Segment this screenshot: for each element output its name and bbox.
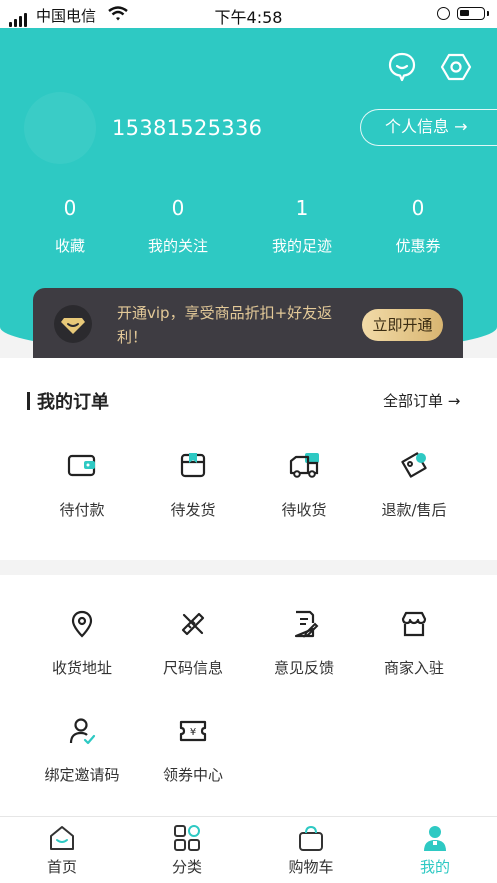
refund-icon[interactable] [398,449,430,481]
coupon-icon[interactable]: ¥ [178,716,208,746]
order-pending-shipment[interactable]: 待发货 [138,499,248,520]
tab-cart[interactable]: 购物车 [271,856,351,877]
service-size-info[interactable]: 尺码信息 [138,657,248,678]
vip-badge [54,305,92,343]
section-marker [27,392,30,410]
service-address[interactable]: 收货地址 [27,657,137,678]
status-time: 下午4:58 [214,8,283,27]
stat-value: 0 [411,196,425,220]
svg-text:¥: ¥ [190,727,196,738]
ruler-pen-icon[interactable] [178,609,208,639]
status-bar: 中国电信 下午4:58 [0,0,497,28]
user-icon[interactable] [421,824,449,852]
vip-open-button[interactable]: 立即开通 [362,309,443,341]
stat-label: 收藏 [54,237,85,255]
stat-value: 1 [295,196,309,220]
message-icon[interactable] [386,51,418,83]
wallet-icon[interactable] [66,449,98,481]
all-orders-link[interactable]: 全部订单 → [383,390,460,411]
rotation-lock-icon [437,7,450,20]
vip-text: 开通vip，享受商品折扣+好友返利！ [117,304,333,346]
tab-mine[interactable]: 我的 [395,856,475,877]
cart-icon[interactable] [297,824,325,852]
stat-favorites[interactable]: 0 收藏 [20,196,120,256]
stat-value: 0 [63,196,77,220]
user-check-icon[interactable] [67,716,97,746]
location-icon[interactable] [67,609,97,639]
package-icon[interactable] [177,449,209,481]
user-phone: 15381525336 [112,116,263,140]
order-refund[interactable]: 退款/售后 [359,499,469,520]
stat-coupons[interactable]: 0 优惠券 [368,196,468,256]
order-pending-payment[interactable]: 待付款 [27,499,137,520]
vip-banner[interactable]: 开通vip，享受商品折扣+好友返利！ 立即开通 [33,288,463,358]
orders-title: 我的订单 [37,392,109,413]
tab-category[interactable]: 分类 [147,856,227,877]
truck-icon[interactable] [288,449,320,481]
service-coupon-center[interactable]: 领券中心 [138,764,248,785]
diamond-icon [61,318,85,334]
service-bind-invite[interactable]: 绑定邀请码 [27,764,137,785]
stat-label: 我的关注 [147,237,208,255]
personal-info-button[interactable]: 个人信息 → [360,109,497,146]
avatar[interactable] [24,92,96,164]
battery-tip [487,11,489,16]
stat-value: 0 [171,196,185,220]
home-icon[interactable] [48,824,76,852]
stat-label: 优惠券 [395,237,441,255]
service-merchant-join[interactable]: 商家入驻 [359,657,469,678]
battery-icon [457,7,485,20]
order-pending-receipt[interactable]: 待收货 [249,499,359,520]
stat-history[interactable]: 1 我的足迹 [252,196,352,256]
category-icon[interactable] [173,824,201,852]
service-feedback[interactable]: 意见反馈 [249,657,359,678]
tab-home[interactable]: 首页 [22,856,102,877]
store-icon[interactable] [399,609,429,639]
stat-following[interactable]: 0 我的关注 [128,196,228,256]
settings-icon[interactable] [440,51,472,83]
feedback-icon[interactable] [289,609,319,639]
stat-label: 我的足迹 [271,237,332,255]
